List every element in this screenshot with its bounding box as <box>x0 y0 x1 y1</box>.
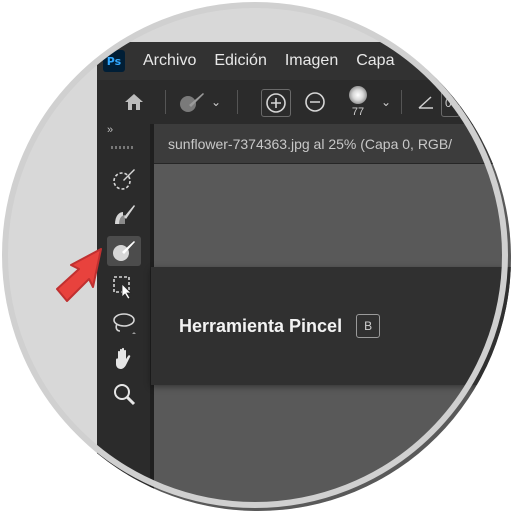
angle-input[interactable]: 0 <box>441 89 460 117</box>
brush-tip-icon <box>349 86 367 104</box>
shortcut-key-badge: B <box>356 314 381 338</box>
zoom-circle: Ps Archivo Edición Imagen Capa ⌄ 77 ⌄ 0 … <box>5 5 511 511</box>
brush-preset-icon[interactable] <box>175 89 207 115</box>
hand-icon[interactable] <box>107 344 141 374</box>
pointer-arrow-icon <box>51 245 107 314</box>
angle-icon <box>415 89 437 115</box>
add-to-selection-icon[interactable] <box>261 89 291 117</box>
zoom-icon[interactable] <box>107 380 141 410</box>
separator <box>165 90 166 114</box>
object-selection-icon[interactable] <box>107 272 141 302</box>
separator <box>237 90 238 114</box>
brush-size-value: 77 <box>351 106 365 118</box>
collapse-toolbar-button[interactable]: » <box>107 124 113 136</box>
menu-edicion[interactable]: Edición <box>214 52 266 70</box>
brush-icon[interactable] <box>107 236 141 266</box>
menu-archivo[interactable]: Archivo <box>143 52 196 70</box>
photoshop-logo: Ps <box>103 50 125 72</box>
tool-tooltip: Herramienta Pincel B <box>151 267 511 385</box>
toolbar-grip[interactable] <box>111 146 133 149</box>
chevron-down-icon[interactable]: ⌄ <box>377 89 395 115</box>
document-tab[interactable]: sunflower-7374363.jpg al 25% (Capa 0, RG… <box>154 124 511 164</box>
menu-capa[interactable]: Capa <box>356 52 394 70</box>
options-bar: ⌄ 77 ⌄ 0 <box>97 80 511 125</box>
brush-size-picker[interactable]: 77 <box>343 82 373 122</box>
subtract-from-selection-icon[interactable] <box>301 89 329 115</box>
lasso-icon[interactable] <box>107 308 141 338</box>
toolbar: » <box>97 124 154 511</box>
menu-imagen[interactable]: Imagen <box>285 52 338 70</box>
quick-selection-icon[interactable] <box>107 164 141 194</box>
chevron-down-icon[interactable]: ⌄ <box>207 89 225 115</box>
menu-bar: Ps Archivo Edición Imagen Capa <box>97 42 511 80</box>
mixer-brush-icon[interactable] <box>107 200 141 230</box>
separator <box>401 90 402 114</box>
tooltip-title: Herramienta Pincel <box>179 315 343 336</box>
home-icon[interactable] <box>119 89 149 115</box>
